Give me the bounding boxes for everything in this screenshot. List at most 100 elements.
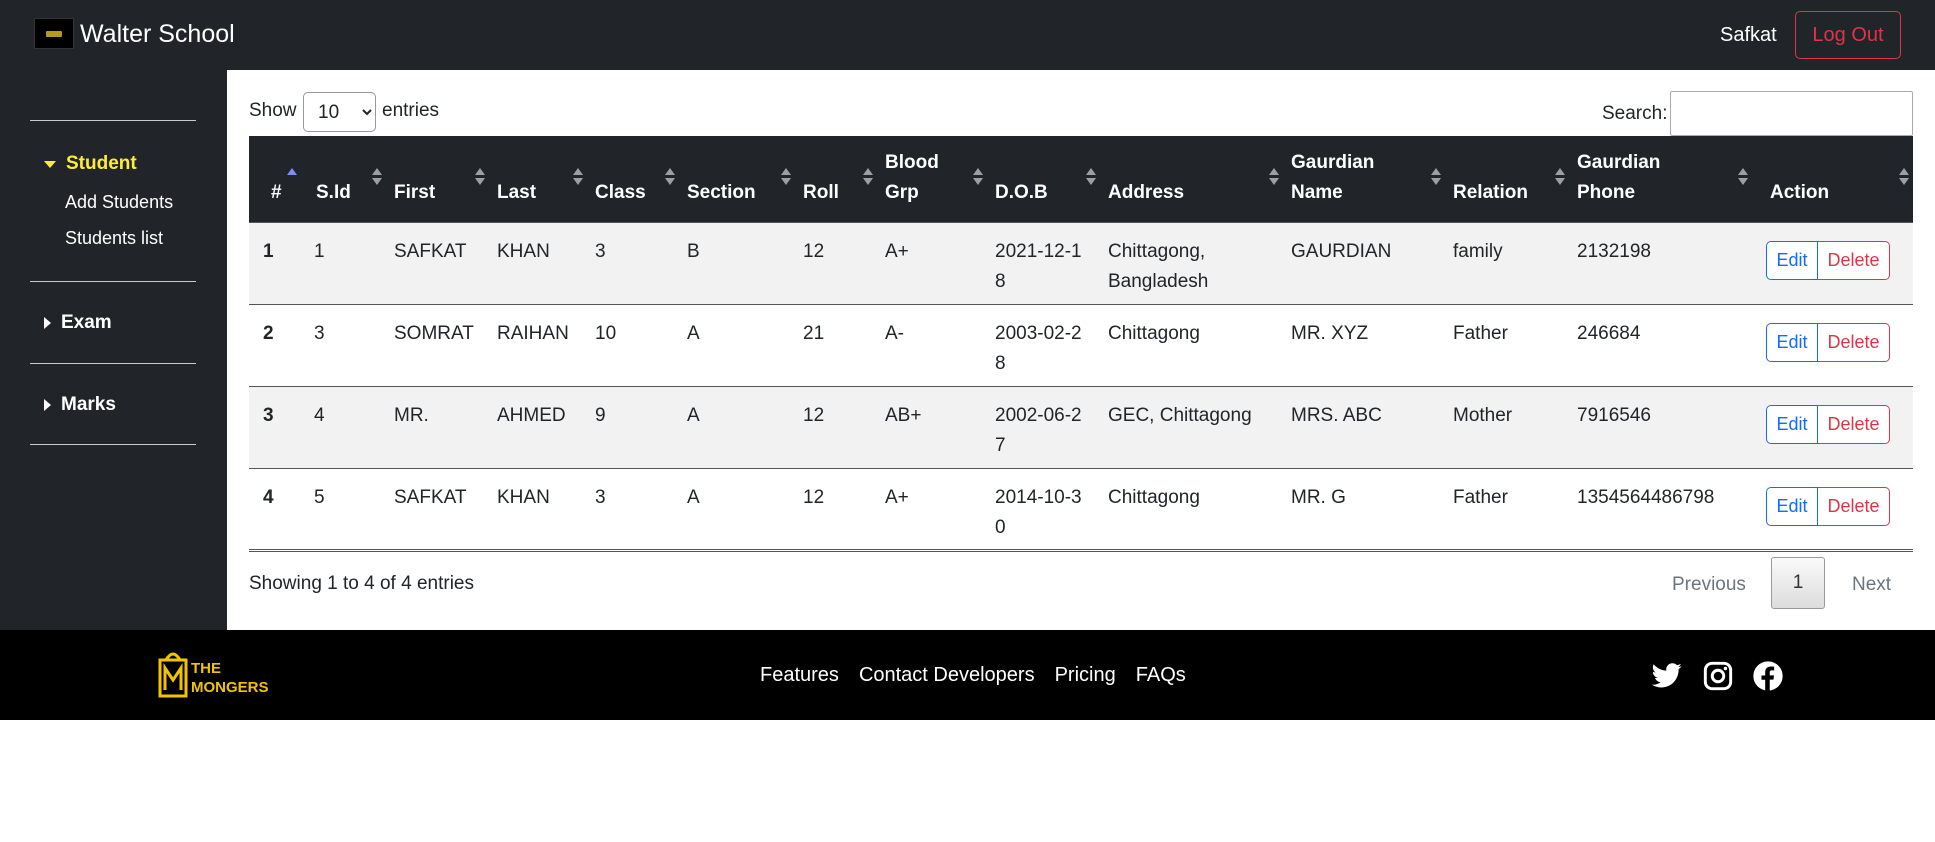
column-header-sid[interactable]: S.Id: [306, 136, 386, 222]
cell-address: Chittagong, Bangladesh: [1100, 221, 1283, 304]
search-input[interactable]: [1670, 91, 1913, 136]
cell-section: A: [679, 467, 795, 552]
edit-button[interactable]: Edit: [1766, 404, 1818, 444]
sidebar-item-add-students[interactable]: Add Students: [65, 192, 173, 213]
delete-button[interactable]: Delete: [1818, 486, 1890, 526]
sidebar-group-student[interactable]: Student: [44, 153, 137, 175]
sort-icon: [573, 168, 583, 190]
top-navbar: Walter School Safkat Log Out: [0, 0, 1935, 70]
sort-icon: [973, 168, 983, 190]
column-header-first[interactable]: First: [386, 136, 489, 222]
footer: THE MONGERS Features Contact Developers …: [0, 630, 1935, 720]
pagination-page[interactable]: 1: [1771, 557, 1825, 609]
cell-last: KHAN: [489, 221, 587, 304]
sort-icon: [1086, 168, 1096, 190]
twitter-icon[interactable]: [1651, 660, 1683, 692]
cell-address: GEC, Chittagong: [1100, 385, 1283, 468]
sidebar-group-exam[interactable]: Exam: [44, 312, 112, 334]
sidebar-divider: [30, 281, 196, 282]
logo-text-the: THE: [191, 660, 221, 677]
cell-gaurdian-name: MR. G: [1283, 467, 1445, 552]
cell-relation: Father: [1445, 303, 1569, 386]
cell-sid: 1: [306, 221, 386, 304]
pagination-previous[interactable]: Previous: [1672, 574, 1746, 596]
cell-dob: 2021-12-18: [987, 221, 1100, 304]
sidebar-group-marks[interactable]: Marks: [44, 394, 116, 416]
page-size-select[interactable]: 10: [303, 92, 376, 132]
column-header-blood-grp[interactable]: Blood Grp: [877, 136, 987, 222]
action-button-group: Edit Delete: [1766, 322, 1890, 362]
brand-logo[interactable]: [34, 18, 74, 49]
cell-address: Chittagong: [1100, 467, 1283, 552]
cell-action: Edit Delete: [1752, 221, 1913, 304]
sidebar-divider: [30, 444, 196, 445]
cell-index: 4: [249, 467, 306, 552]
sort-icon: [1555, 168, 1565, 190]
column-header-action[interactable]: Action: [1752, 136, 1913, 222]
column-header-class[interactable]: Class: [587, 136, 679, 222]
action-button-group: Edit Delete: [1766, 240, 1890, 280]
caret-right-icon: [44, 317, 51, 329]
column-header-address[interactable]: Address: [1100, 136, 1283, 222]
logout-button[interactable]: Log Out: [1795, 11, 1901, 59]
cell-index: 2: [249, 303, 306, 386]
cell-first: MR.: [386, 385, 489, 468]
footer-link-pricing[interactable]: Pricing: [1055, 664, 1116, 687]
sidebar-divider: [30, 120, 196, 121]
students-table: # S.Id First Last Class Section Roll Blo…: [249, 136, 1913, 552]
table-row: 4 5 SAFKAT KHAN 3 A 12 A+ 2014-10-30 Chi…: [249, 467, 1913, 552]
column-header-dob[interactable]: D.O.B: [987, 136, 1100, 222]
sidebar-divider: [30, 363, 196, 364]
delete-button[interactable]: Delete: [1818, 240, 1890, 280]
column-header-gaurdian-name[interactable]: Gaurdian Name: [1283, 136, 1445, 222]
footer-link-features[interactable]: Features: [760, 664, 839, 687]
user-name: Safkat: [1720, 24, 1777, 46]
caret-down-icon: [44, 160, 56, 168]
cell-gaurdian-phone: 2132198: [1569, 221, 1752, 304]
cell-first: SAFKAT: [386, 221, 489, 304]
footer-link-contact-developers[interactable]: Contact Developers: [859, 664, 1035, 687]
delete-button[interactable]: Delete: [1818, 404, 1890, 444]
footer-link-faqs[interactable]: FAQs: [1136, 664, 1186, 687]
table-row: 2 3 SOMRAT RAIHAN 10 A 21 A- 2003-02-28 …: [249, 303, 1913, 386]
brand-name[interactable]: Walter School: [80, 20, 235, 49]
the-mongers-logo[interactable]: THE MONGERS: [158, 648, 278, 700]
instagram-icon[interactable]: [1702, 660, 1734, 692]
cell-gaurdian-name: MR. XYZ: [1283, 303, 1445, 386]
cell-gaurdian-name: MRS. ABC: [1283, 385, 1445, 468]
cell-first: SAFKAT: [386, 467, 489, 552]
facebook-icon[interactable]: [1752, 660, 1784, 692]
cell-gaurdian-phone: 246684: [1569, 303, 1752, 386]
cell-action: Edit Delete: [1752, 303, 1913, 386]
cell-relation: Mother: [1445, 385, 1569, 468]
delete-button[interactable]: Delete: [1818, 322, 1890, 362]
cell-roll: 21: [795, 303, 877, 386]
cell-action: Edit Delete: [1752, 467, 1913, 552]
column-header-section[interactable]: Section: [679, 136, 795, 222]
sort-icon: [1738, 168, 1748, 190]
column-header-roll[interactable]: Roll: [795, 136, 877, 222]
cell-sid: 3: [306, 303, 386, 386]
sort-icon: [1431, 168, 1441, 190]
pagination-next[interactable]: Next: [1852, 574, 1891, 596]
cell-section: A: [679, 303, 795, 386]
column-header-last[interactable]: Last: [489, 136, 587, 222]
column-header-gaurdian-phone[interactable]: Gaurdian Phone: [1569, 136, 1752, 222]
logo-text-mongers: MONGERS: [191, 679, 269, 696]
table-row: 1 1 SAFKAT KHAN 3 B 12 A+ 2021-12-18 Chi…: [249, 221, 1913, 304]
table-header-row: # S.Id First Last Class Section Roll Blo…: [249, 136, 1913, 222]
edit-button[interactable]: Edit: [1766, 240, 1818, 280]
cell-first: SOMRAT: [386, 303, 489, 386]
cell-class: 3: [587, 467, 679, 552]
sort-icon: [1269, 168, 1279, 190]
column-header-index[interactable]: #: [249, 136, 306, 222]
cell-last: AHMED: [489, 385, 587, 468]
cell-last: KHAN: [489, 467, 587, 552]
edit-button[interactable]: Edit: [1766, 322, 1818, 362]
sort-icon: [781, 168, 791, 190]
sidebar-item-students-list[interactable]: Students list: [65, 228, 163, 249]
show-label: Show: [249, 100, 297, 121]
column-header-relation[interactable]: Relation: [1445, 136, 1569, 222]
cell-roll: 12: [795, 467, 877, 552]
edit-button[interactable]: Edit: [1766, 486, 1818, 526]
